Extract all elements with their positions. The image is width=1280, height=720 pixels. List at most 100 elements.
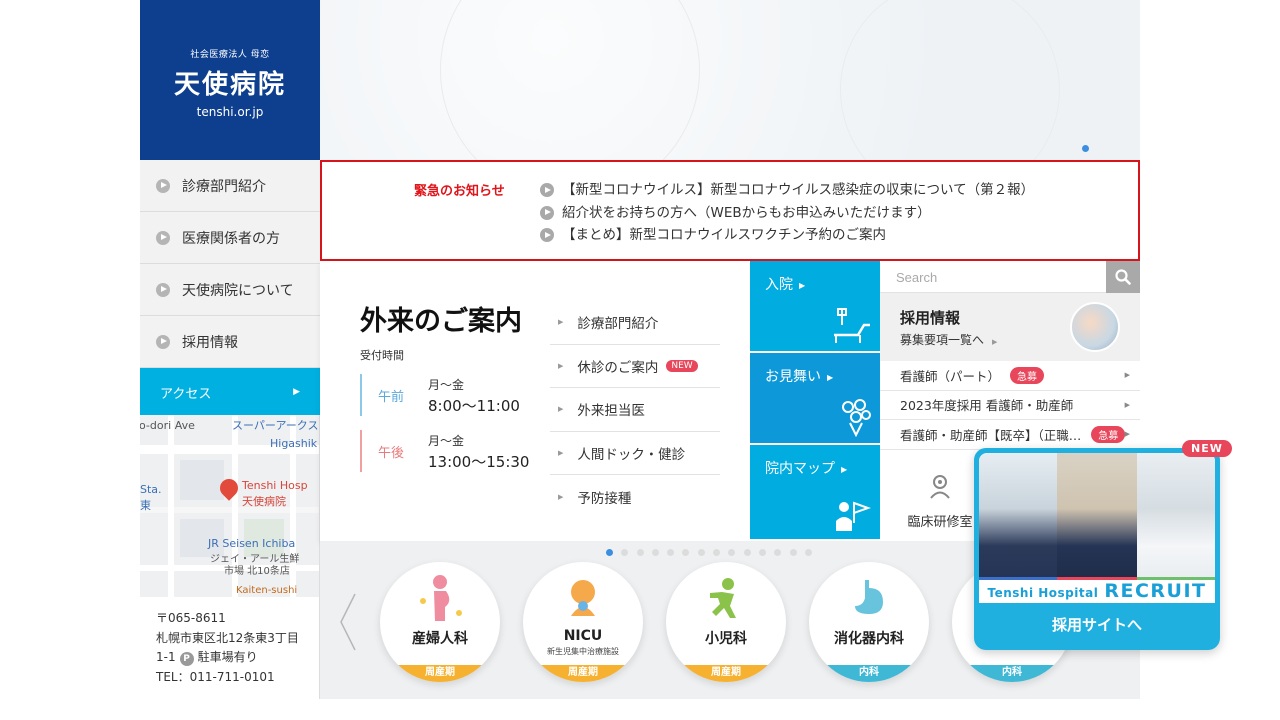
carousel-dot[interactable] xyxy=(621,549,629,556)
address-block: 〒065-8611 札幌市東区北12条東3丁目 1-1 P 駐車場有り TEL：01… xyxy=(140,597,320,699)
urgent-notice-item[interactable]: 【まとめ】新型コロナウイルスワクチン予約のご案内 xyxy=(540,224,1034,247)
urgent-hiring-badge: 急募 xyxy=(1091,425,1126,443)
baby-icon xyxy=(571,580,595,616)
carousel-dot[interactable] xyxy=(651,549,659,556)
map-label: 市場 北10条店 xyxy=(224,566,290,577)
sidebar-item-medical-professionals[interactable]: 医療関係者の方 xyxy=(140,212,320,264)
afternoon-hours: 午後 月～金 13:00～15:30 xyxy=(360,430,529,472)
hospital-bed-icon xyxy=(834,308,870,343)
search-button[interactable] xyxy=(1106,261,1140,293)
phone-number[interactable]: TEL：011-711-0101 xyxy=(156,668,319,688)
dept-category-band: 内科 xyxy=(809,665,929,682)
logo-url: tenshi.or.jp xyxy=(196,105,264,119)
carousel-dot[interactable] xyxy=(758,549,766,556)
carousel-dot[interactable] xyxy=(743,549,751,556)
triangle-right-icon: ▶ xyxy=(558,492,564,501)
side-nav: 診療部門紹介 医療関係者の方 天使病院について 採用情報 アクセス ▶ xyxy=(140,160,320,416)
map-label: Higashik xyxy=(270,437,318,450)
outpatient-link-departments[interactable]: ▶ 診療部門紹介 xyxy=(550,301,720,345)
play-circle-icon xyxy=(540,228,554,243)
afternoon-tag: 午後 xyxy=(378,446,405,461)
carousel-dot[interactable] xyxy=(682,549,690,556)
dept-card-obstetrics[interactable]: 産婦人科 周産期 xyxy=(380,562,500,682)
outpatient-link-doctors[interactable]: ▶ 外来担当医 xyxy=(550,388,720,432)
dept-name: 小児科 xyxy=(705,631,747,647)
triangle-right-icon: ▶ xyxy=(1124,400,1130,409)
staff-photo xyxy=(1057,453,1137,577)
carousel-dot[interactable] xyxy=(636,549,644,556)
dept-card-gastroenterology[interactable]: 消化器内科 内科 xyxy=(809,562,929,682)
arrow-right-icon: ▶ xyxy=(841,464,848,474)
urgent-notice-item[interactable]: 【新型コロナウイルス】新型コロナウイルス感染症の収束について（第２報） xyxy=(540,179,1034,202)
dept-subtitle: 新生児集中治療施設 xyxy=(547,647,619,656)
carousel-dot[interactable] xyxy=(804,549,812,556)
search-icon xyxy=(1115,269,1131,285)
afternoon-time: 13:00～15:30 xyxy=(428,453,530,471)
staff-photo xyxy=(1137,453,1215,577)
recruit-info-title: 採用情報 xyxy=(900,309,961,327)
address-line: 札幌市東区北12条東3丁目 xyxy=(156,630,299,645)
morning-time: 8:00～11:00 xyxy=(428,397,520,415)
job-item[interactable]: 看護師（パート） 急募 ▶ xyxy=(880,361,1140,391)
sidebar-item-access[interactable]: アクセス ▶ xyxy=(140,368,320,416)
map-label: 東 xyxy=(140,499,151,512)
play-circle-icon xyxy=(156,178,170,193)
map-block xyxy=(180,460,224,500)
afternoon-days: 月～金 xyxy=(428,434,465,448)
recruit-site-link[interactable]: 採用サイトへ xyxy=(974,614,1220,635)
job-item[interactable]: 2023年度採用 看護師・助産師 ▶ xyxy=(880,391,1140,420)
sidebar-item-label: アクセス xyxy=(160,386,212,402)
staff-photo xyxy=(979,453,1057,577)
parking-icon: P xyxy=(179,652,194,666)
afternoon-bar xyxy=(360,430,362,472)
sidebar-item-recruit[interactable]: 採用情報 xyxy=(140,316,320,368)
doctor-icon xyxy=(930,475,950,499)
outpatient-link-vaccination[interactable]: ▶ 予防接種 xyxy=(550,475,720,519)
outpatient-link-checkup[interactable]: ▶ 人間ドック・健診 xyxy=(550,432,720,475)
urgent-notice-list: 【新型コロナウイルス】新型コロナウイルス感染症の収束について（第２報） 紹介状を… xyxy=(540,179,1034,247)
sidebar-item-departments[interactable]: 診療部門紹介 xyxy=(140,160,320,212)
tile-visitation[interactable]: お見舞い ▶ xyxy=(750,353,880,445)
outpatient-link-closures[interactable]: ▶ 休診のご案内 NEW xyxy=(550,345,720,388)
nurse-avatar xyxy=(1070,302,1120,352)
play-circle-icon xyxy=(156,230,170,245)
morning-bar xyxy=(360,374,362,416)
carousel-dot[interactable] xyxy=(667,549,675,556)
recruit-info-card[interactable]: 採用情報 募集要項一覧へ ▶ xyxy=(880,293,1140,361)
sidebar-item-about[interactable]: 天使病院について xyxy=(140,264,320,316)
hero-decoration xyxy=(840,0,1060,160)
map-label: JR Seisen Ichiba xyxy=(208,537,296,550)
map-label: 天使病院 xyxy=(242,495,286,508)
carousel-dot[interactable] xyxy=(789,549,797,556)
carousel-dot[interactable] xyxy=(606,549,613,556)
postal-code: 〒065-8611 xyxy=(156,611,226,625)
site-logo[interactable]: 社会医療法人 母恋 天使病院 tenshi.or.jp xyxy=(140,0,320,160)
urgent-notice-item[interactable]: 紹介状をお持ちの方へ（WEBからもお申込みいただけます） xyxy=(540,202,1034,225)
triangle-right-icon: ▶ xyxy=(1124,371,1130,379)
hero-pager-dot[interactable] xyxy=(1082,145,1089,152)
guide-person-icon xyxy=(836,501,871,531)
tile-admission[interactable]: 入院 ▶ xyxy=(750,261,880,353)
logo-subtitle: 社会医療法人 母恋 xyxy=(190,50,270,60)
triangle-right-icon: ▶ xyxy=(558,405,564,414)
dept-card-nicu[interactable]: NICU 新生児集中治療施設 周産期 xyxy=(523,562,643,682)
access-map[interactable]: o-dori Ave スーパーアークス Higashik Tenshi Hosp… xyxy=(140,415,320,597)
recruit-info-link: 募集要項一覧へ ▶ xyxy=(900,333,998,347)
outpatient-title: 外来のご案内 xyxy=(360,306,522,337)
carousel-dot[interactable] xyxy=(697,549,705,556)
carousel-dot[interactable] xyxy=(774,549,782,556)
dept-card-pediatrics[interactable]: 小児科 周産期 xyxy=(666,562,786,682)
pregnant-woman-icon xyxy=(420,575,462,621)
job-item[interactable]: 看護師・助産師【既卒】（正職… 急募 ▶ xyxy=(880,420,1140,450)
recruit-site-popup[interactable]: Tenshi Hospital RECRUIT 採用サイトへ xyxy=(974,448,1220,650)
arrow-right-icon: ▶ xyxy=(827,372,834,382)
tile-floor-map[interactable]: 院内マップ ▶ xyxy=(750,445,880,539)
play-circle-icon xyxy=(540,205,554,220)
carousel-prev-button[interactable] xyxy=(338,592,358,652)
dept-name: 消化器内科 xyxy=(834,631,904,647)
dept-category-band: 周産期 xyxy=(666,665,786,682)
carousel-dot[interactable] xyxy=(728,549,736,556)
carousel-dot[interactable] xyxy=(713,549,721,556)
hero-banner xyxy=(320,0,1140,160)
search-input[interactable] xyxy=(880,261,1106,293)
